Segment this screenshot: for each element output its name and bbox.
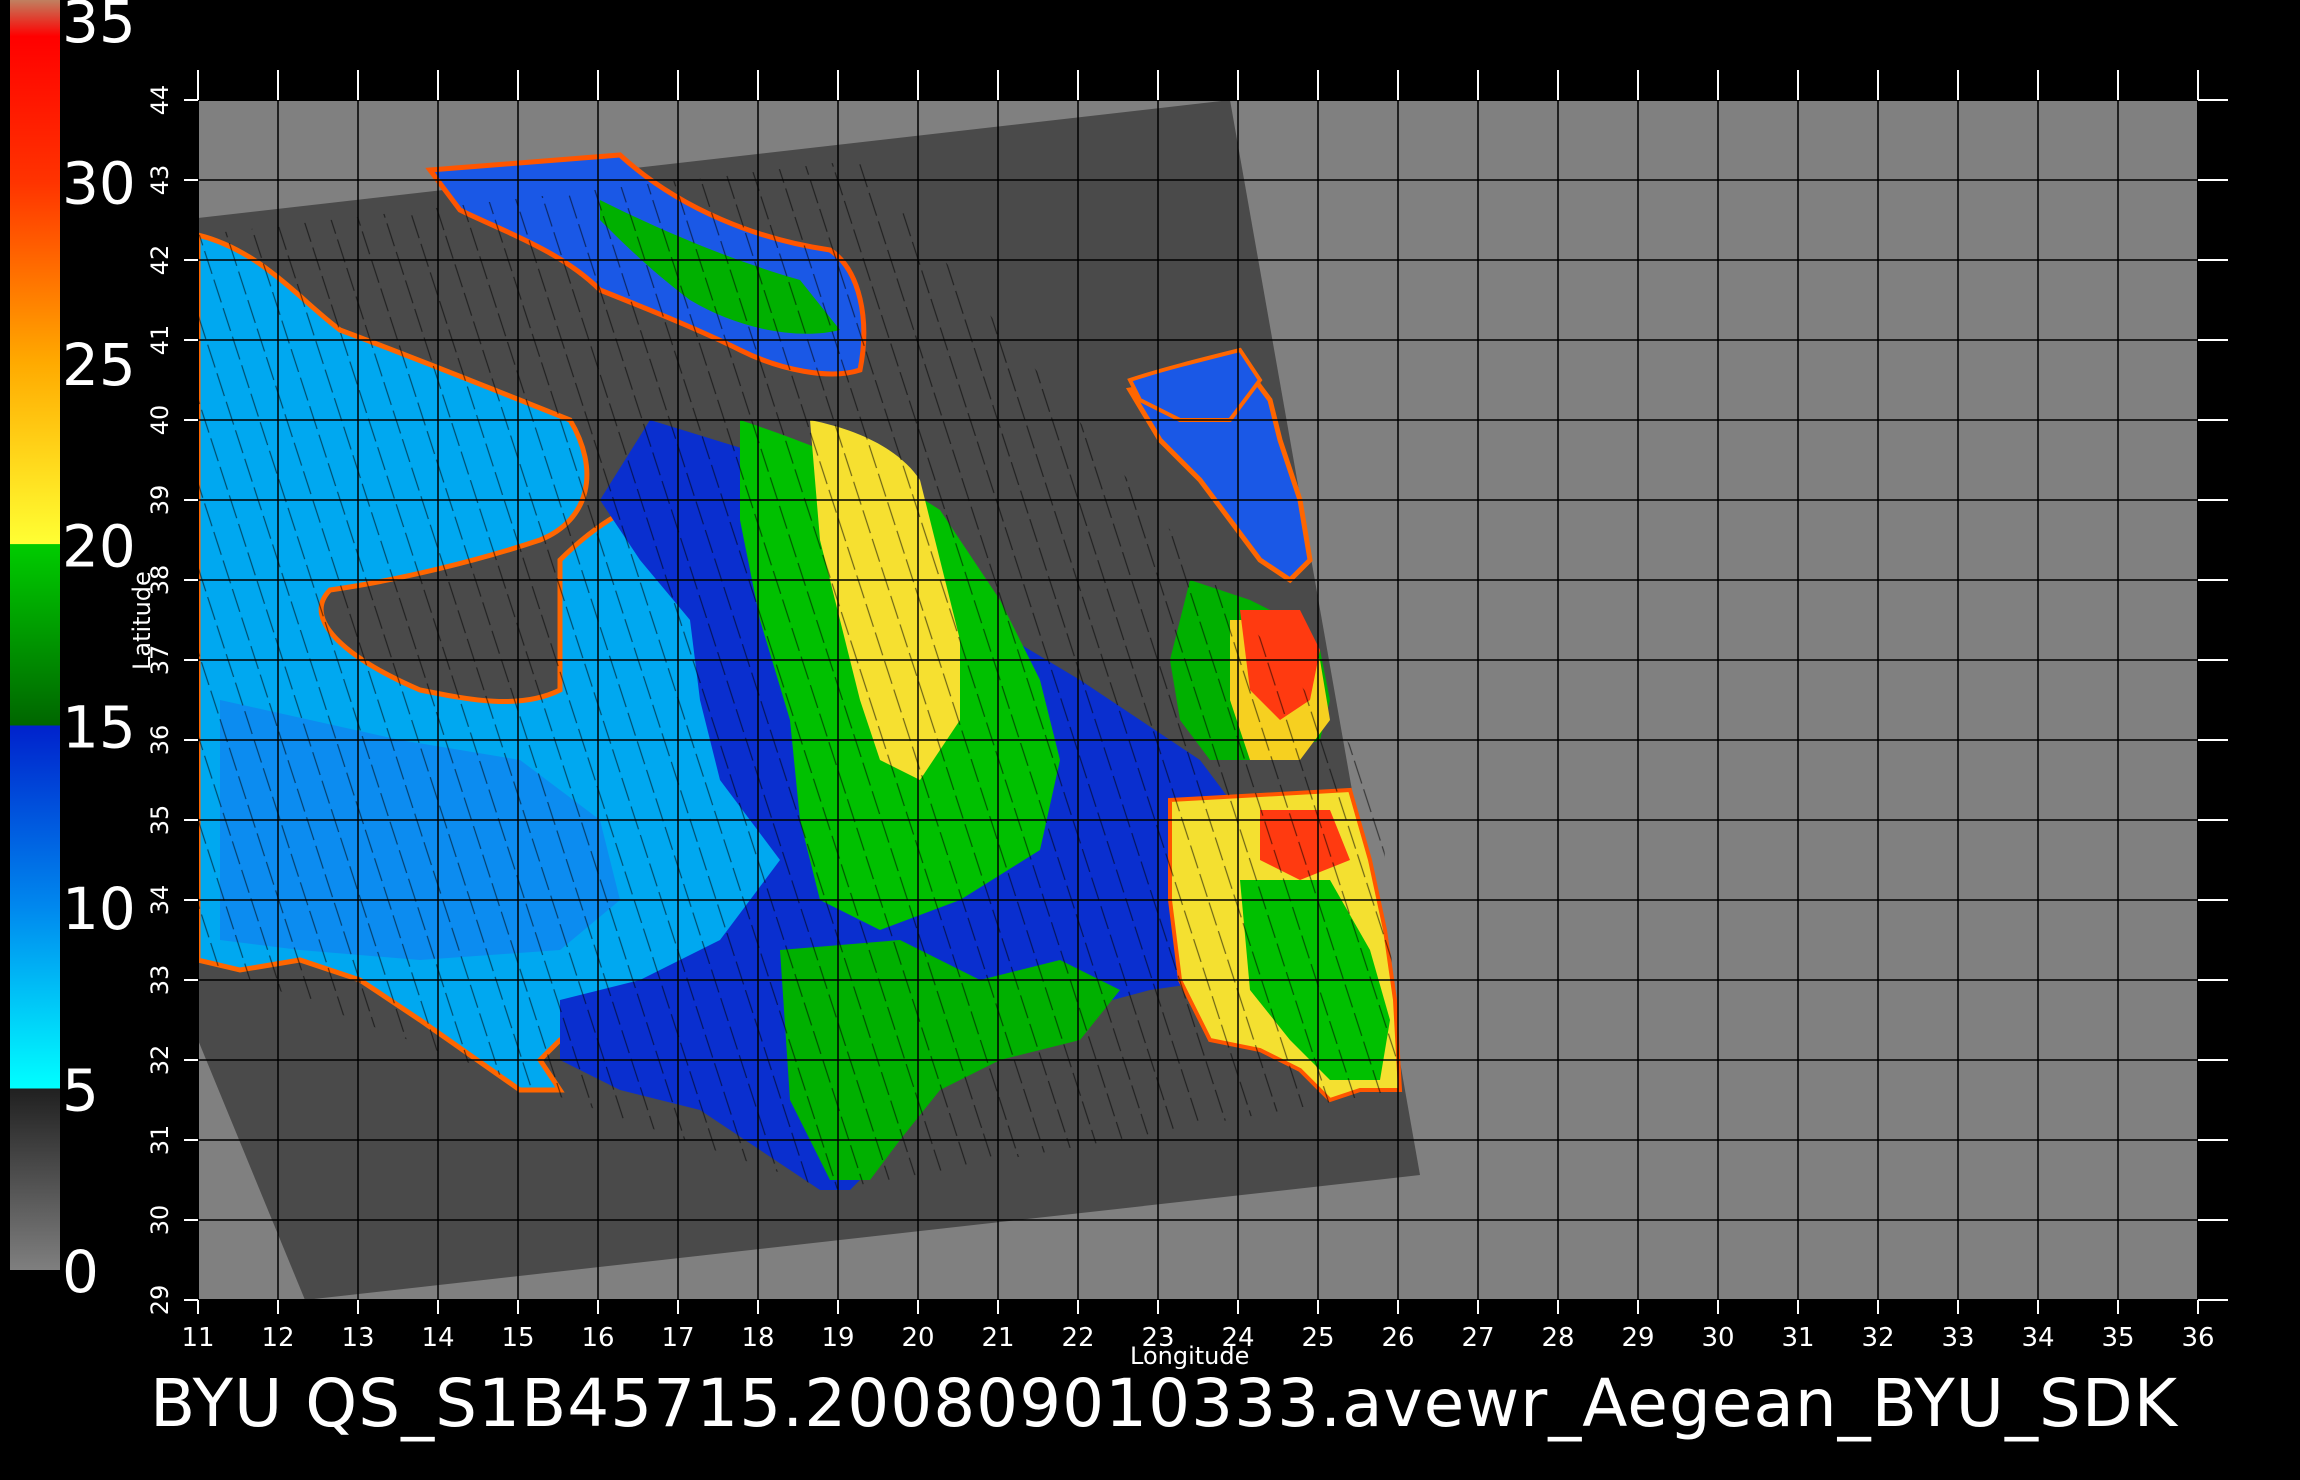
x-tick-label: 13 [341, 1323, 374, 1353]
x-tick-label: 32 [1861, 1323, 1894, 1353]
colorbar: 35 30 25 20 15 10 5 0 [10, 0, 136, 1306]
y-tick-label: 42 [146, 245, 174, 276]
x-tick-label: 33 [1941, 1323, 1974, 1353]
y-tick-label: 41 [146, 325, 174, 356]
y-tick-label: 32 [146, 1045, 174, 1076]
x-tick-label: 30 [1701, 1323, 1734, 1353]
x-tick-label: 14 [421, 1323, 454, 1353]
x-tick-label: 28 [1541, 1323, 1574, 1353]
wind-speed-map: 35 30 25 20 15 10 5 0 11 12 13 14 15 16 17 18 1… [10, 0, 2228, 1353]
x-tick-label: 31 [1781, 1323, 1814, 1353]
x-tick-label: 36 [2181, 1323, 2214, 1353]
colorbar-label: 35 [62, 0, 136, 56]
x-tick-label: 29 [1621, 1323, 1654, 1353]
map-plot [198, 100, 2198, 1300]
y-tick-label: 29 [146, 1285, 174, 1316]
x-tick-label: 11 [181, 1323, 214, 1353]
x-tick-label: 17 [661, 1323, 694, 1353]
y-tick-label: 44 [146, 85, 174, 116]
x-tick-label: 22 [1061, 1323, 1094, 1353]
y-tick-label: 36 [146, 725, 174, 756]
y-tick-label: 30 [146, 1205, 174, 1236]
colorbar-label: 30 [62, 149, 136, 217]
x-tick-label: 18 [741, 1323, 774, 1353]
x-tick-label: 16 [581, 1323, 614, 1353]
colorbar-label: 25 [62, 331, 136, 399]
colorbar-label: 20 [62, 512, 136, 580]
colorbar-label: 0 [62, 1238, 99, 1306]
image-title: BYU QS_S1B45715.200809010333.avewr_Aegea… [150, 1365, 2178, 1442]
x-tick-label: 26 [1381, 1323, 1414, 1353]
x-tick-label: 12 [261, 1323, 294, 1353]
x-tick-label: 20 [901, 1323, 934, 1353]
y-tick-label: 39 [146, 485, 174, 516]
colorbar-label: 15 [62, 694, 136, 762]
x-tick-label: 19 [821, 1323, 854, 1353]
y-tick-label: 43 [146, 165, 174, 196]
y-axis-label: Latitude [128, 571, 156, 670]
colorbar-gradient [10, 0, 60, 1270]
x-tick-label: 35 [2101, 1323, 2134, 1353]
y-tick-label: 35 [146, 805, 174, 836]
x-tick-label: 21 [981, 1323, 1014, 1353]
x-tick-label: 25 [1301, 1323, 1334, 1353]
colorbar-label: 5 [62, 1057, 99, 1125]
x-tick-label: 27 [1461, 1323, 1494, 1353]
x-tick-label: 15 [501, 1323, 534, 1353]
y-tick-label: 31 [146, 1125, 174, 1156]
y-tick-label: 34 [146, 885, 174, 916]
y-tick-label: 33 [146, 965, 174, 996]
y-tick-label: 40 [146, 405, 174, 436]
x-tick-label: 34 [2021, 1323, 2054, 1353]
colorbar-label: 10 [62, 875, 136, 943]
